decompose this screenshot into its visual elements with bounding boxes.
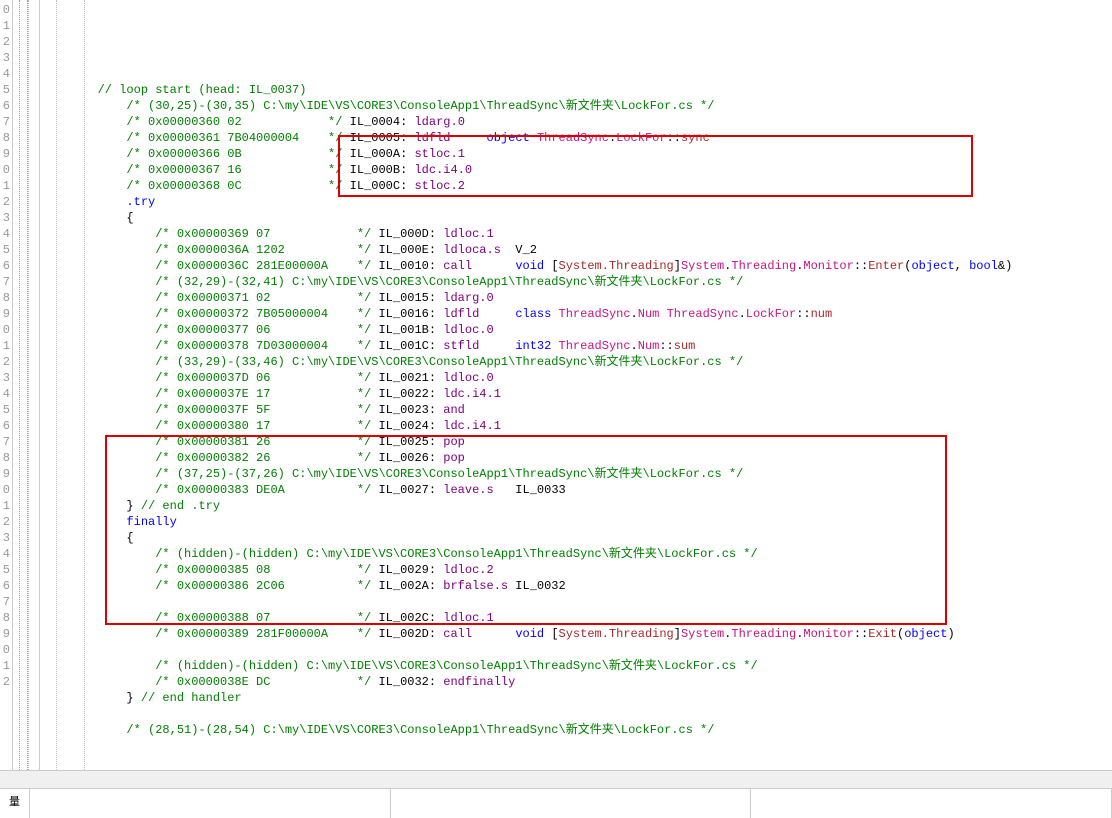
code-line[interactable]: /* 0x00000381 26 */ IL_0025: pop [40, 434, 1112, 450]
code-area[interactable]: // loop start (head: IL_0037) /* (30,25)… [40, 0, 1112, 770]
line-number: 9 [0, 146, 10, 162]
line-number: 4 [0, 66, 10, 82]
fold-margin [12, 0, 40, 770]
line-number: 5 [0, 242, 10, 258]
code-line[interactable]: /* 0x00000389 281F00000A */ IL_002D: cal… [40, 626, 1112, 642]
line-number: 6 [0, 258, 10, 274]
code-line[interactable]: /* 0x00000360 02 */ IL_0004: ldarg.0 [40, 114, 1112, 130]
code-line[interactable]: /* 0x00000388 07 */ IL_002C: ldloc.1 [40, 610, 1112, 626]
line-number: 3 [0, 210, 10, 226]
line-number: 8 [0, 450, 10, 466]
code-line[interactable]: .try [40, 194, 1112, 210]
code-line[interactable] [40, 706, 1112, 722]
line-number: 8 [0, 130, 10, 146]
line-number: 0 [0, 2, 10, 18]
code-line[interactable]: } // end handler [40, 690, 1112, 706]
code-line[interactable]: /* 0x00000372 7B05000004 */ IL_0016: ldf… [40, 306, 1112, 322]
code-line[interactable]: /* 0x00000366 0B */ IL_000A: stloc.1 [40, 146, 1112, 162]
line-number: 2 [0, 34, 10, 50]
line-number: 7 [0, 274, 10, 290]
line-number: 9 [0, 306, 10, 322]
code-line[interactable]: /* 0x00000369 07 */ IL_000D: ldloc.1 [40, 226, 1112, 242]
code-line[interactable]: /* 0x00000382 26 */ IL_0026: pop [40, 450, 1112, 466]
code-line[interactable] [40, 642, 1112, 658]
code-line[interactable]: /* (30,25)-(30,35) C:\my\IDE\VS\CORE3\Co… [40, 98, 1112, 114]
line-number: 9 [0, 626, 10, 642]
horizontal-scrollbar[interactable] [0, 770, 1112, 788]
line-number: 4 [0, 386, 10, 402]
line-number: 3 [0, 50, 10, 66]
line-number: 7 [0, 114, 10, 130]
code-line[interactable]: finally [40, 514, 1112, 530]
line-number: 0 [0, 642, 10, 658]
code-line[interactable]: /* 0x0000037E 17 */ IL_0022: ldc.i4.1 [40, 386, 1112, 402]
code-line[interactable] [40, 754, 1112, 770]
line-number: 7 [0, 434, 10, 450]
code-line[interactable]: /* (32,29)-(32,41) C:\my\IDE\VS\CORE3\Co… [40, 274, 1112, 290]
line-number: 2 [0, 674, 10, 690]
code-line[interactable] [40, 738, 1112, 754]
line-number: 1 [0, 338, 10, 354]
line-number: 6 [0, 418, 10, 434]
status-bar: 量 [0, 788, 1112, 818]
code-line[interactable]: /* 0x00000371 02 */ IL_0015: ldarg.0 [40, 290, 1112, 306]
code-line[interactable]: /* 0x0000036C 281E00000A */ IL_0010: cal… [40, 258, 1112, 274]
code-line[interactable]: /* 0x00000367 16 */ IL_000B: ldc.i4.0 [40, 162, 1112, 178]
code-line[interactable]: /* 0x00000377 06 */ IL_001B: ldloc.0 [40, 322, 1112, 338]
code-line[interactable]: // loop start (head: IL_0037) [40, 82, 1112, 98]
line-number-gutter: 0123456789012345678901234567890123456789… [0, 0, 12, 770]
line-number: 0 [0, 322, 10, 338]
code-line[interactable]: /* 0x00000385 08 */ IL_0029: ldloc.2 [40, 562, 1112, 578]
line-number: 1 [0, 178, 10, 194]
line-number: 3 [0, 370, 10, 386]
line-number: 0 [0, 482, 10, 498]
code-line[interactable]: { [40, 530, 1112, 546]
code-line[interactable]: /* (37,25)-(37,26) C:\my\IDE\VS\CORE3\Co… [40, 466, 1112, 482]
line-number: 2 [0, 354, 10, 370]
line-number: 1 [0, 658, 10, 674]
code-line[interactable]: /* (hidden)-(hidden) C:\my\IDE\VS\CORE3\… [40, 546, 1112, 562]
line-number: 5 [0, 82, 10, 98]
line-number: 4 [0, 546, 10, 562]
code-line[interactable]: /* 0x00000380 17 */ IL_0024: ldc.i4.1 [40, 418, 1112, 434]
line-number: 4 [0, 226, 10, 242]
code-line[interactable]: /* 0x00000378 7D03000004 */ IL_001C: stf… [40, 338, 1112, 354]
code-line[interactable]: } // end .try [40, 498, 1112, 514]
line-number: 3 [0, 530, 10, 546]
line-number: 0 [0, 162, 10, 178]
code-line[interactable]: /* 0x00000386 2C06 */ IL_002A: brfalse.s… [40, 578, 1112, 594]
code-line[interactable]: /* (28,51)-(28,54) C:\my\IDE\VS\CORE3\Co… [40, 722, 1112, 738]
line-number: 8 [0, 610, 10, 626]
line-number: 6 [0, 578, 10, 594]
line-number: 6 [0, 98, 10, 114]
line-number: 2 [0, 194, 10, 210]
line-number: 5 [0, 402, 10, 418]
code-editor[interactable]: 0123456789012345678901234567890123456789… [0, 0, 1112, 770]
panel-icon[interactable]: 量 [0, 789, 30, 818]
line-number: 2 [0, 514, 10, 530]
code-line[interactable]: /* 0x0000036A 1202 */ IL_000E: ldloca.s … [40, 242, 1112, 258]
line-number: 1 [0, 18, 10, 34]
code-line[interactable]: /* 0x00000361 7B04000004 */ IL_0005: ldf… [40, 130, 1112, 146]
code-line[interactable]: /* (33,29)-(33,46) C:\my\IDE\VS\CORE3\Co… [40, 354, 1112, 370]
code-line[interactable]: { [40, 210, 1112, 226]
code-line[interactable]: /* (hidden)-(hidden) C:\my\IDE\VS\CORE3\… [40, 658, 1112, 674]
line-number: 5 [0, 562, 10, 578]
code-line[interactable]: /* 0x0000038E DC */ IL_0032: endfinally [40, 674, 1112, 690]
code-line[interactable]: /* 0x00000383 DE0A */ IL_0027: leave.s I… [40, 482, 1112, 498]
code-line[interactable]: /* 0x0000037D 06 */ IL_0021: ldloc.0 [40, 370, 1112, 386]
code-line[interactable]: /* 0x00000368 0C */ IL_000C: stloc.2 [40, 178, 1112, 194]
line-number: 9 [0, 466, 10, 482]
line-number: 7 [0, 594, 10, 610]
line-number: 1 [0, 498, 10, 514]
code-line[interactable]: /* 0x0000037F 5F */ IL_0023: and [40, 402, 1112, 418]
line-number: 8 [0, 290, 10, 306]
code-line[interactable] [40, 594, 1112, 610]
